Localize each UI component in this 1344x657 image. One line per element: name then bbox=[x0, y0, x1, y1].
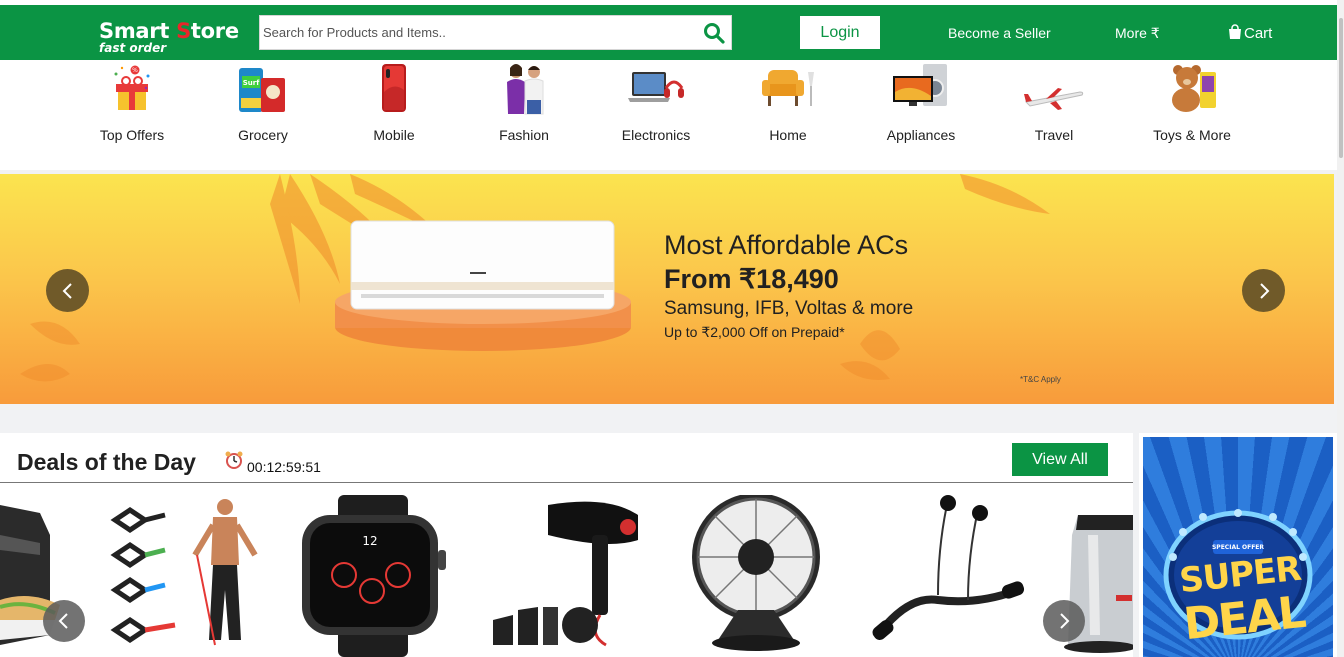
ad-special-offer: SPECIAL OFFER bbox=[1211, 544, 1265, 551]
category-label: Top Offers bbox=[99, 127, 165, 143]
grocery-icon: Surf bbox=[239, 68, 285, 112]
banner-offer: Up to ₹2,000 Off on Prepaid* bbox=[664, 324, 845, 340]
category-mobile[interactable]: Mobile bbox=[339, 60, 449, 170]
category-label: Appliances bbox=[886, 127, 956, 143]
super-deal-ad-image: SPECIAL OFFER SUPER DEAL bbox=[1143, 437, 1333, 657]
category-label: Grocery bbox=[238, 127, 288, 143]
gift-icon: % bbox=[114, 65, 150, 110]
search-box bbox=[259, 15, 732, 50]
banner-title: Most Affordable ACs bbox=[664, 230, 909, 260]
super-deal-ad[interactable]: SPECIAL OFFER SUPER DEAL bbox=[1139, 433, 1337, 657]
header-bar: Smart Store fast order Login Become a Se… bbox=[0, 5, 1337, 60]
page: Smart Store fast order Login Become a Se… bbox=[0, 0, 1344, 657]
category-label: Mobile bbox=[373, 127, 415, 143]
svg-text:%: % bbox=[132, 67, 138, 74]
product-smartwatch[interactable]: 12 bbox=[300, 495, 450, 657]
svg-text:Surf: Surf bbox=[243, 79, 260, 87]
category-label: Home bbox=[769, 127, 807, 143]
category-appliances[interactable]: Appliances bbox=[866, 60, 976, 170]
chevron-left-icon bbox=[58, 613, 68, 629]
category-home[interactable]: Home bbox=[733, 60, 843, 170]
banner-brands: Samsung, IFB, Voltas & more bbox=[664, 298, 914, 319]
deals-section: Deals of the Day 00:12:59:51 View All 12 bbox=[0, 433, 1133, 657]
deals-prev-button[interactable] bbox=[43, 600, 85, 642]
armchair-icon bbox=[762, 70, 814, 106]
product-hair-dryer[interactable] bbox=[488, 495, 648, 657]
cart-button[interactable]: Cart bbox=[1227, 24, 1272, 44]
view-all-button[interactable]: View All bbox=[1012, 443, 1108, 476]
logo-tagline: fast order bbox=[99, 41, 167, 55]
tv-washer-icon bbox=[893, 64, 947, 106]
cart-label: Cart bbox=[1244, 25, 1273, 42]
chevron-left-icon bbox=[62, 282, 72, 299]
become-seller-link[interactable]: Become a Seller bbox=[948, 25, 1051, 41]
scrollbar-thumb[interactable] bbox=[1339, 18, 1343, 158]
deals-title: Deals of the Day bbox=[17, 449, 196, 475]
search-input[interactable] bbox=[260, 16, 690, 49]
deals-timer-value: 00:12:59:51 bbox=[247, 459, 321, 475]
category-label: Toys & More bbox=[1153, 127, 1231, 143]
airplane-icon bbox=[1024, 88, 1084, 110]
category-electronics[interactable]: Electronics bbox=[601, 60, 711, 170]
search-icon[interactable] bbox=[703, 22, 725, 44]
shopping-bag-icon bbox=[1227, 24, 1243, 44]
category-travel[interactable]: Travel bbox=[999, 60, 1109, 170]
laptop-icon bbox=[628, 72, 684, 102]
alarm-clock-icon bbox=[225, 451, 243, 469]
banner-terms: *T&C Apply bbox=[1020, 375, 1061, 384]
product-neckband-earphones[interactable] bbox=[868, 495, 1028, 655]
banner-price: From ₹18,490 bbox=[664, 264, 839, 294]
hero-banner[interactable]: Most Affordable ACs From ₹18,490 Samsung… bbox=[0, 174, 1334, 404]
category-label: Fashion bbox=[499, 127, 549, 143]
more-menu[interactable]: More ₹ bbox=[1115, 25, 1160, 41]
deals-timer: 00:12:59:51 bbox=[224, 450, 321, 475]
teddy-bear-icon bbox=[1172, 65, 1216, 112]
deals-divider bbox=[0, 482, 1133, 483]
category-grocery[interactable]: Surf Grocery bbox=[208, 60, 318, 170]
fashion-couple-icon bbox=[507, 64, 544, 115]
deals-next-button[interactable] bbox=[1043, 600, 1085, 642]
product-table-fan[interactable] bbox=[678, 495, 834, 655]
category-toys[interactable]: Toys & More bbox=[1137, 60, 1247, 170]
svg-text:12: 12 bbox=[362, 534, 377, 548]
category-label: Electronics bbox=[621, 127, 691, 143]
logo-text: Smart Store bbox=[99, 19, 239, 43]
chevron-right-icon bbox=[1259, 282, 1269, 299]
mobile-phone-icon bbox=[382, 64, 406, 112]
category-label: Travel bbox=[1034, 127, 1074, 143]
site-logo[interactable]: Smart Store fast order bbox=[99, 19, 239, 54]
banner-next-button[interactable] bbox=[1242, 269, 1285, 312]
product-resistance-bands[interactable] bbox=[105, 495, 265, 655]
category-top-offers[interactable]: % Top Offers bbox=[77, 60, 187, 170]
banner-prev-button[interactable] bbox=[46, 269, 89, 312]
category-fashion[interactable]: Fashion bbox=[469, 60, 579, 170]
category-bar: % Top Offers Surf Grocery Mobile Fashion… bbox=[0, 60, 1337, 170]
chevron-right-icon bbox=[1060, 613, 1070, 629]
login-button[interactable]: Login bbox=[800, 16, 880, 49]
